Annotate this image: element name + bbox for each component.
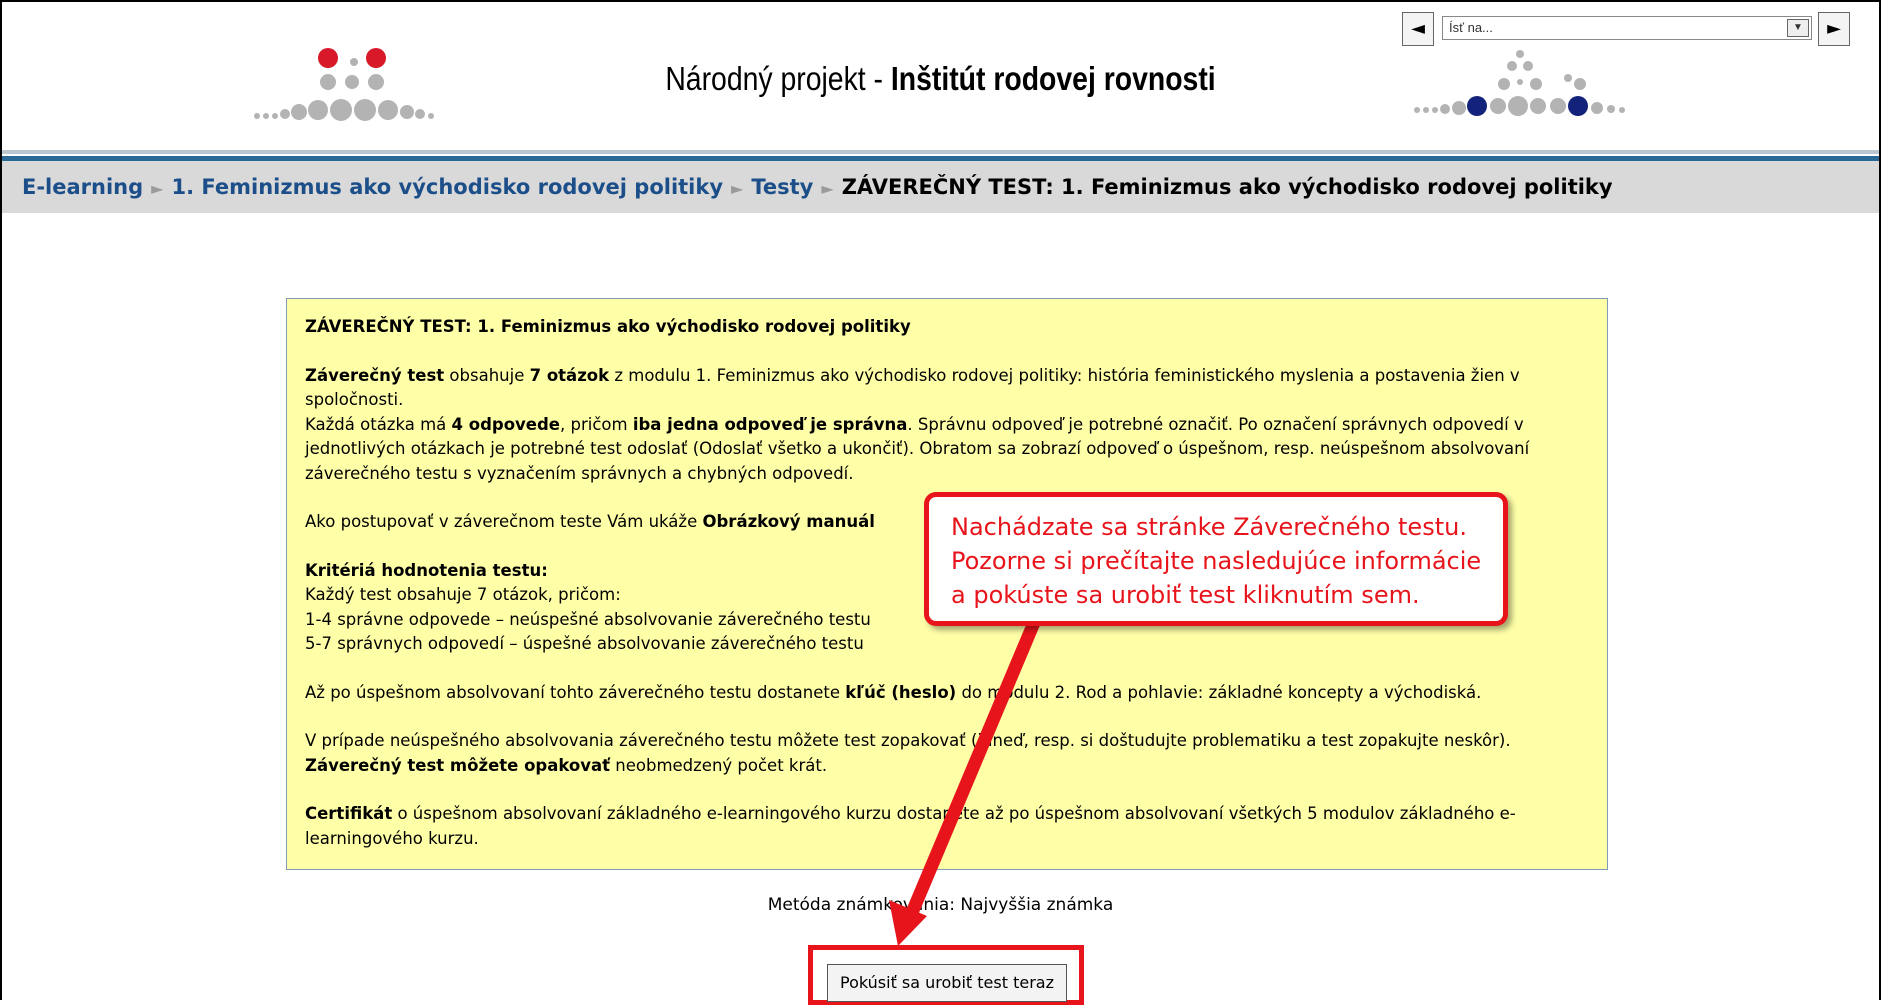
intro-paragraph-1: Záverečný test obsahuje 7 otázok z modul… — [305, 365, 1520, 410]
breadcrumb-link-elearning[interactable]: E-learning — [22, 175, 143, 199]
jump-to-select-value: Ísť na... — [1449, 20, 1493, 35]
site-header: Národný projekt - Inštitút rodovej rovno… — [2, 2, 1879, 150]
project-logo-right — [1414, 50, 1625, 116]
breadcrumb-separator-icon: ► — [151, 179, 164, 198]
breadcrumb: E-learning ► 1. Feminizmus ako východisko … — [22, 175, 1613, 199]
annotation-callout: Nachádzate sa stránke Záverečného testu.… — [924, 492, 1508, 626]
breadcrumb-link-tests[interactable]: Testy — [751, 175, 813, 199]
callout-line-2: Pozorne si prečítajte nasledujúce inform… — [951, 547, 1482, 575]
manual-link: Obrázkový manuál — [702, 512, 875, 531]
callout-line-1: Nachádzate sa stránke Záverečného testu. — [951, 513, 1467, 541]
breadcrumb-separator-icon: ► — [731, 179, 744, 198]
callout-line-3: a pokúste sa urobiť test kliknutím sem. — [951, 581, 1420, 609]
jump-prev-button[interactable]: ◄ — [1402, 12, 1434, 46]
breadcrumb-link-module[interactable]: 1. Feminizmus ako východisko rodovej pol… — [171, 175, 723, 199]
intro-paragraph-repeat: V prípade neúspešného absolvovania záver… — [305, 731, 1511, 775]
attempt-quiz-button[interactable]: Pokúsiť sa urobiť test teraz — [827, 964, 1067, 1002]
jump-next-button[interactable]: ► — [1818, 12, 1850, 46]
jump-to-select[interactable]: Ísť na... ▼ — [1442, 16, 1812, 40]
intro-paragraph-2: Každá otázka má 4 odpovede, pričom iba j… — [305, 414, 1530, 483]
intro-paragraph-certificate: Certifikát o úspešnom absolvovaní základ… — [305, 804, 1516, 848]
dropdown-arrow-icon[interactable]: ▼ — [1787, 19, 1809, 37]
intro-title: ZÁVEREČNÝ TEST: 1. Feminizmus ako východ… — [305, 317, 911, 336]
header-divider-light — [2, 150, 1879, 154]
breadcrumb-separator-icon: ► — [821, 179, 834, 198]
attempt-button-highlight: Pokúsiť sa urobiť test teraz — [808, 945, 1084, 1005]
site-title-bold: Inštitút rodovej rovnosti — [890, 60, 1216, 97]
intro-paragraph-key: Až po úspešnom absolvovaní tohto závereč… — [305, 682, 1482, 702]
breadcrumb-bar: E-learning ► 1. Feminizmus ako východisko … — [2, 161, 1879, 213]
site-title-prefix: Národný projekt - — [665, 60, 891, 97]
breadcrumb-current: ZÁVEREČNÝ TEST: 1. Feminizmus ako východ… — [841, 175, 1613, 199]
grading-method: Metóda známkovania: Najvyššia známka — [767, 895, 1114, 915]
